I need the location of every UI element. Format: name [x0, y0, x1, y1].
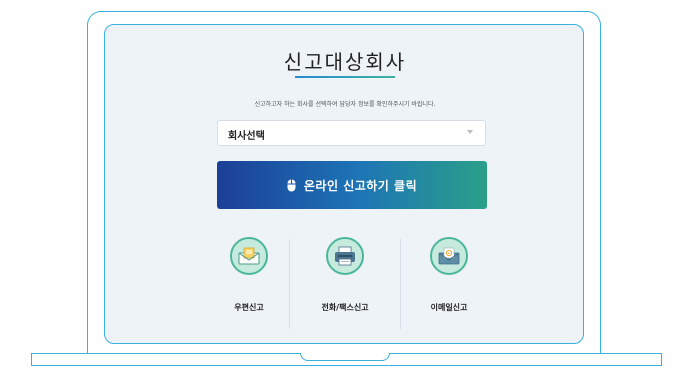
mail-report-option[interactable]: 우편신고: [209, 237, 289, 313]
title-underline: [295, 76, 395, 78]
fax-icon: [335, 246, 355, 266]
envelope-icon-circle: [230, 237, 268, 275]
online-report-label: 온라인 신고하기 클릭: [303, 178, 418, 193]
email-report-option[interactable]: 이메일신고: [409, 237, 489, 313]
laptop-notch: [300, 353, 390, 361]
laptop-screen: 신고대상회사 신고하고자 하는 회사를 선택하여 담당자 정보를 확인하주시기 …: [104, 24, 584, 344]
email-icon: [438, 247, 460, 265]
fax-icon-circle: [326, 237, 364, 275]
mouse-icon: [287, 179, 296, 191]
phone-fax-report-label: 전화/팩스신고: [321, 303, 369, 312]
phone-fax-report-option[interactable]: 전화/팩스신고: [305, 237, 385, 313]
online-report-button[interactable]: 온라인 신고하기 클릭: [217, 161, 487, 209]
mail-report-label: 우편신고: [234, 303, 264, 312]
envelope-icon: [238, 247, 260, 265]
divider-right: [400, 239, 401, 329]
page-title: 신고대상회사: [283, 50, 407, 74]
email-report-label: 이메일신고: [430, 303, 468, 312]
email-icon-circle: [430, 237, 468, 275]
company-select[interactable]: 회사선택: [217, 120, 486, 146]
page-subtitle: 신고하고자 하는 회사를 선택하여 담당자 정보를 확인하주시기 바랍니다.: [254, 101, 436, 108]
divider-left: [289, 239, 290, 329]
chevron-down-icon: [467, 130, 473, 134]
company-select-value: 회사선택: [228, 131, 265, 142]
